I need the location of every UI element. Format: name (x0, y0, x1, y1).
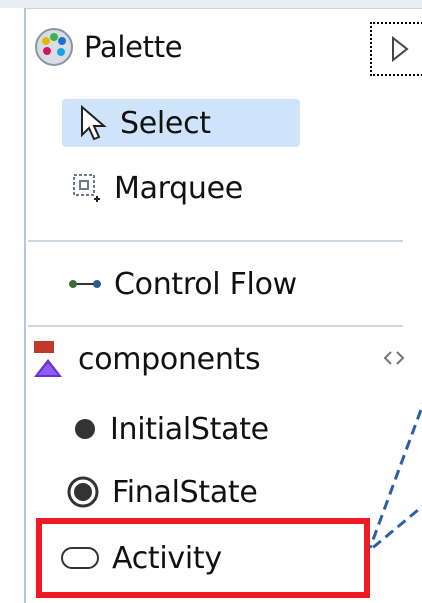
palette-window: Palette Select Marquee Control Flow comp… (0, 0, 422, 603)
callout-lines (368, 402, 422, 552)
